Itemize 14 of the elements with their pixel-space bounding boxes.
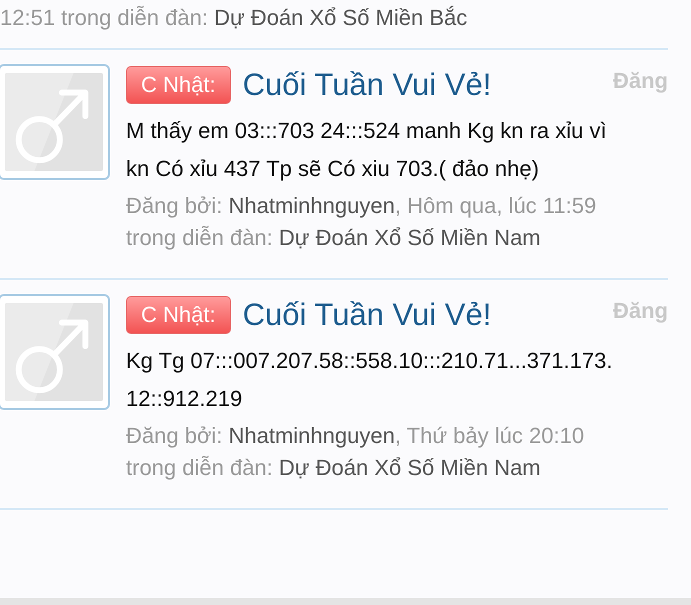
prefix-badge: C Nhật: bbox=[126, 296, 231, 334]
male-symbol-icon bbox=[5, 73, 103, 171]
post-snippet: Kg Tg 07:::007.207.58::558.10:::210.71...371.173.12::912.219 bbox=[126, 347, 614, 413]
scrollbar[interactable] bbox=[0, 598, 691, 605]
avatar[interactable] bbox=[0, 64, 110, 180]
prefix-badge: C Nhật: bbox=[126, 66, 231, 104]
post-meta: Đăng bởi: Nhatminhnguyen, Hôm qua, lúc 11:59 trong diễn đàn: Dự Đoán Xổ Số Miền Nam bbox=[126, 192, 598, 252]
post-meta: 12:51 trong diễn đàn: Dự Đoán Xổ Số Miền Bắc bbox=[0, 4, 468, 32]
post-meta: Đăng bởi: Nhatminhnguyen, Thứ bảy lúc 20:10 trong diễn đàn: Dự Đoán Xổ Số Miền Nam bbox=[126, 422, 586, 482]
post-snippet: M thấy em 03:::703 24:::524 manh Kg kn ra xỉu vì kn Có xỉu 437 Tp sẽ Có xiu 703.( đảo nhẹ) bbox=[126, 117, 608, 183]
thread-title-link[interactable]: Cuối Tuần Vui Vẻ! bbox=[242, 297, 492, 333]
male-symbol-icon bbox=[5, 303, 103, 401]
avatar[interactable] bbox=[0, 294, 110, 410]
thread-title-link[interactable]: Cuối Tuần Vui Vẻ! bbox=[242, 67, 492, 103]
